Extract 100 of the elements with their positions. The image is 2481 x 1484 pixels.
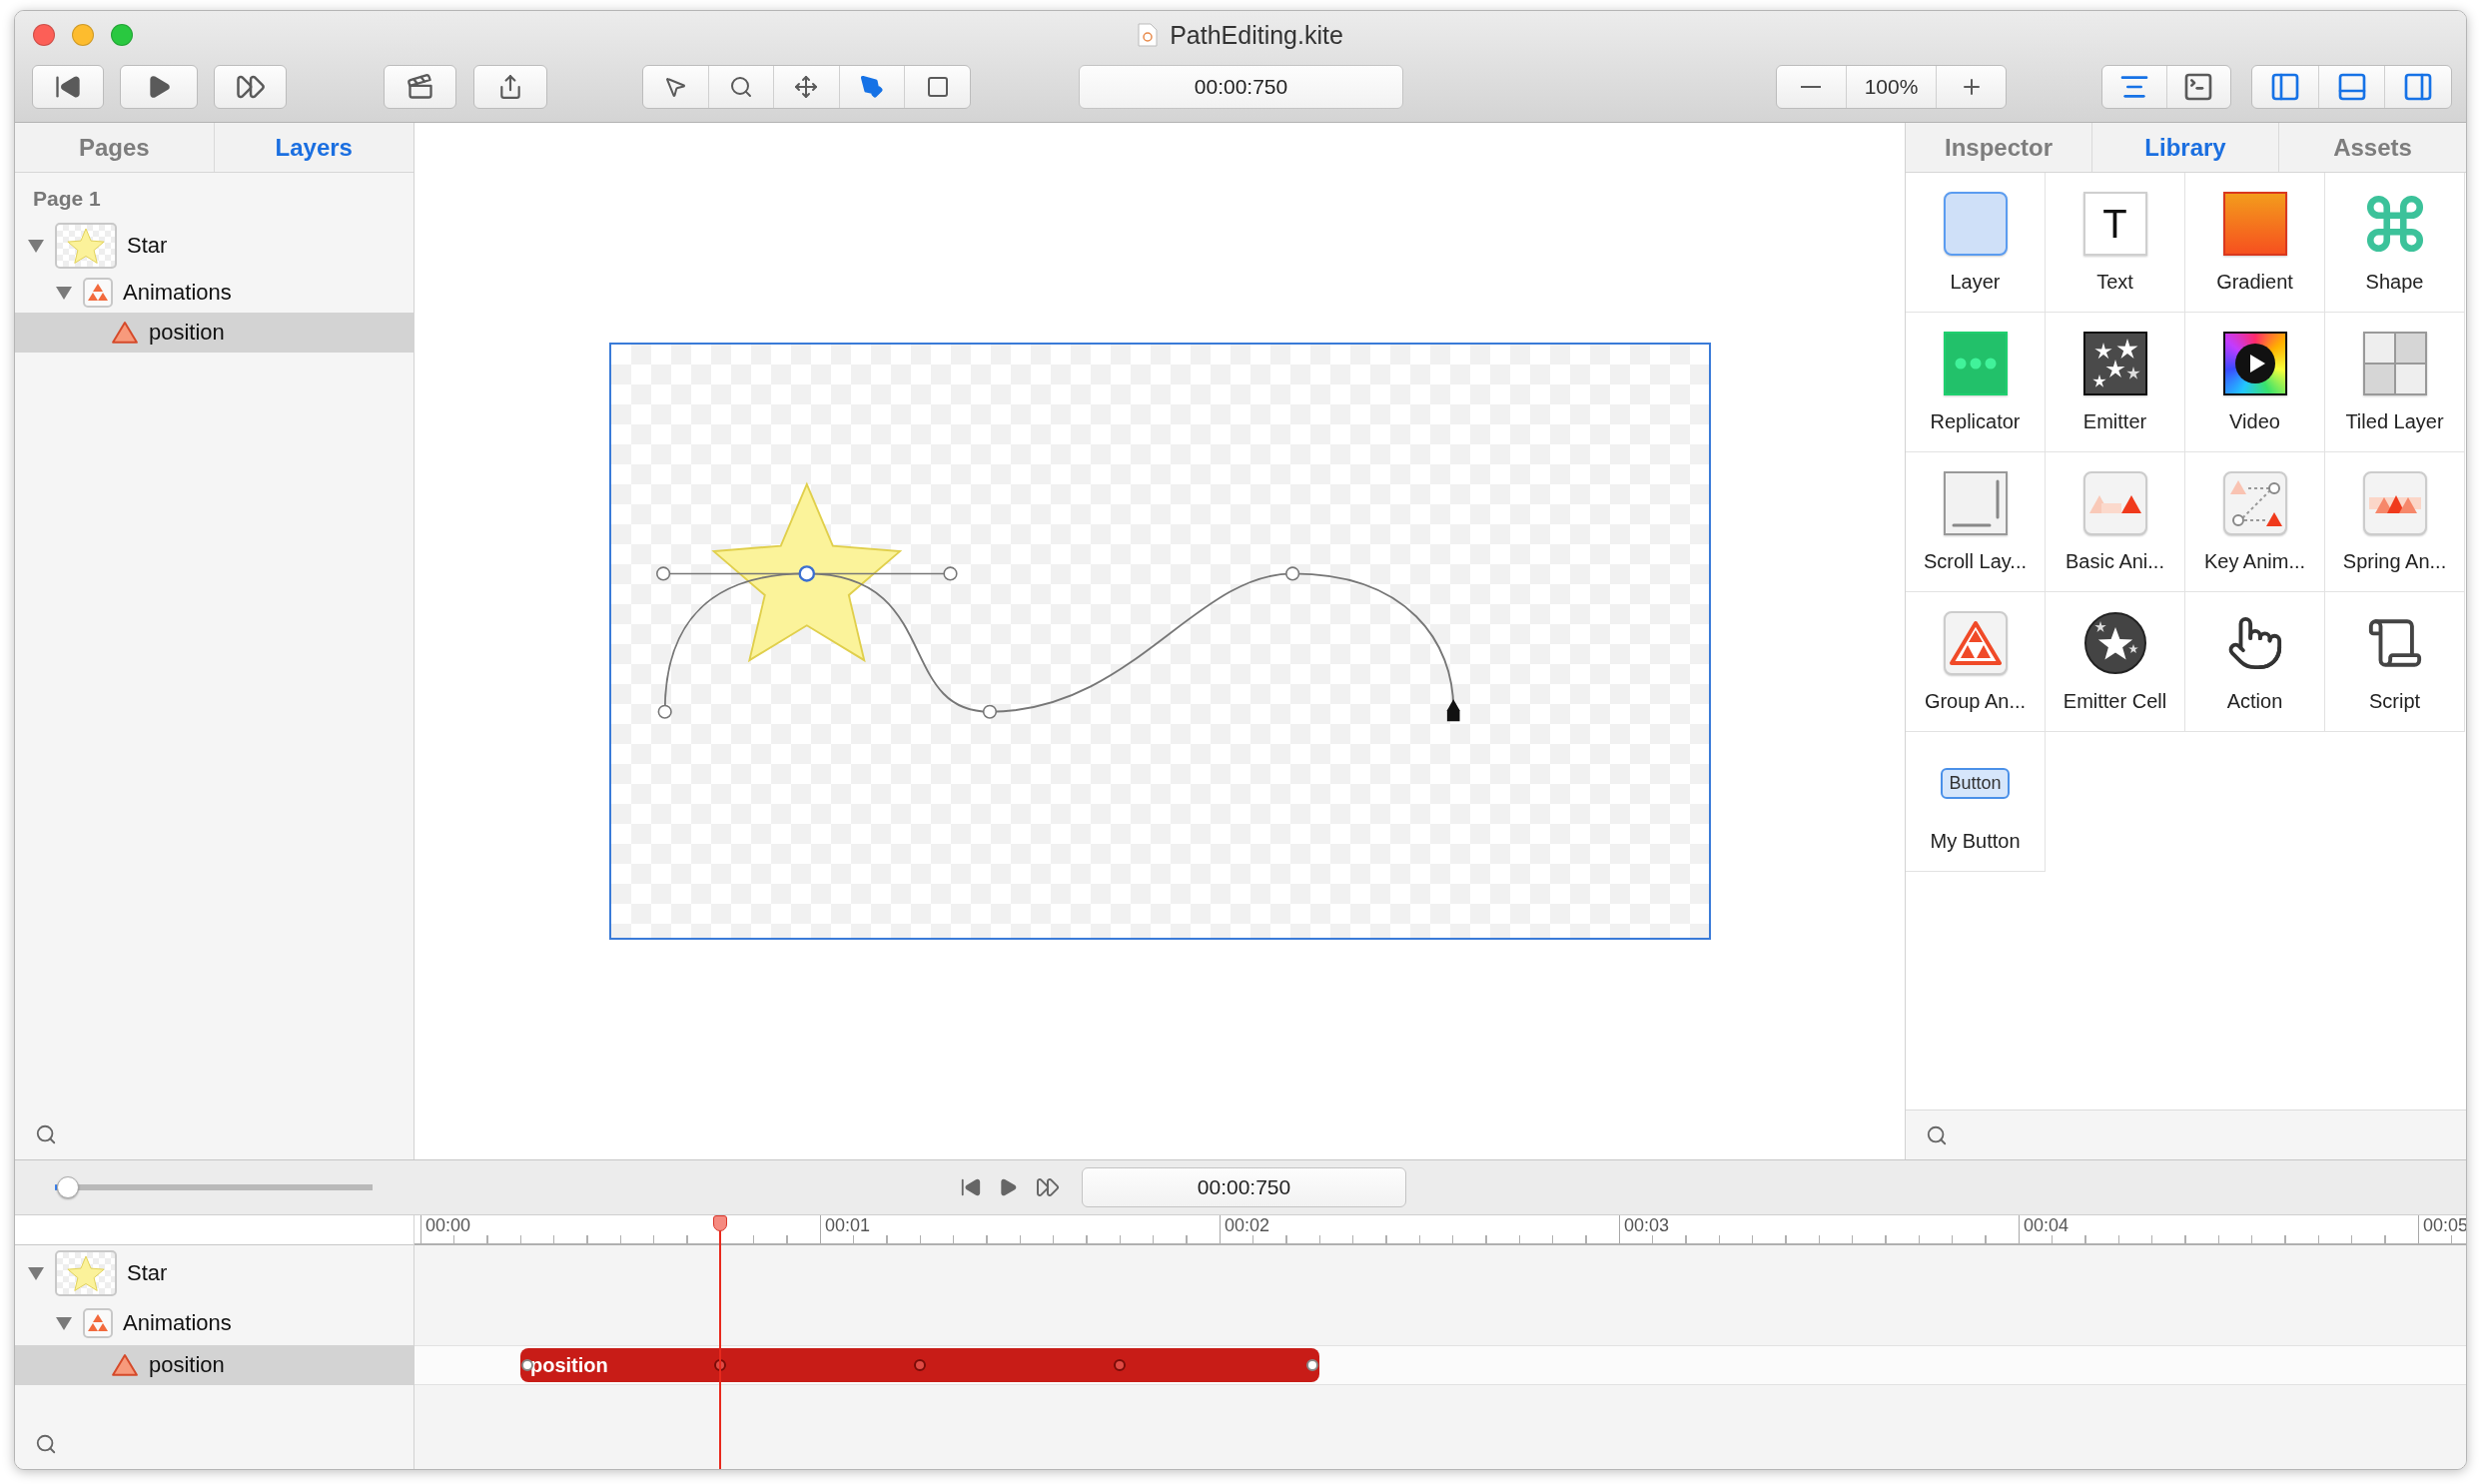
zoom-icon bbox=[728, 75, 753, 99]
control-handle[interactable] bbox=[655, 566, 958, 581]
panel-tab[interactable]: Pages bbox=[15, 123, 215, 172]
play-button[interactable] bbox=[120, 65, 198, 109]
play-button[interactable] bbox=[998, 1177, 1018, 1197]
panel-tab[interactable]: Library bbox=[2092, 123, 2279, 172]
library-item[interactable]: Basic Ani... bbox=[2046, 452, 2185, 592]
search-icon[interactable] bbox=[1926, 1123, 1948, 1146]
panel-tab[interactable]: Inspector bbox=[1906, 123, 2092, 172]
layer-name: Star bbox=[127, 1259, 168, 1286]
play-icon bbox=[998, 1177, 1018, 1197]
close-button[interactable] bbox=[33, 24, 55, 46]
library-item[interactable]: Script bbox=[2325, 592, 2465, 732]
share-button[interactable] bbox=[473, 65, 547, 109]
animation-triangle-icon bbox=[111, 1353, 139, 1377]
layer-row[interactable]: Star bbox=[15, 219, 414, 273]
gradient-icon bbox=[2222, 192, 2287, 256]
clip-end-handle[interactable] bbox=[1306, 1359, 1318, 1371]
library-item-label: Gradient bbox=[2216, 271, 2293, 294]
animation-triangles-icon bbox=[2362, 471, 2427, 535]
clip-start-handle[interactable] bbox=[521, 1359, 533, 1371]
library-item[interactable]: Button My Button bbox=[1906, 732, 2046, 872]
keyframe[interactable] bbox=[914, 1359, 926, 1371]
layer-name: Animations bbox=[123, 280, 232, 306]
library-item-label: Scroll Lay... bbox=[1924, 550, 2027, 573]
zoom-level: 100% bbox=[1846, 66, 1938, 108]
document-icon bbox=[1138, 23, 1159, 47]
library-item[interactable]: Emitter bbox=[2046, 313, 2185, 452]
library-item[interactable]: Action bbox=[2185, 592, 2325, 732]
emitter-cell-icon bbox=[2082, 611, 2147, 675]
library-item-label: Emitter bbox=[2082, 410, 2147, 433]
library-item[interactable]: Video bbox=[2185, 313, 2325, 452]
rewind-button[interactable] bbox=[960, 1176, 982, 1198]
ruler-label: 00:03 bbox=[1623, 1215, 1670, 1235]
search-icon[interactable] bbox=[35, 1433, 57, 1455]
library-item-label: Group An... bbox=[1924, 690, 2027, 713]
emitter-icon bbox=[2082, 332, 2147, 395]
layer-icon bbox=[1943, 192, 2008, 256]
ruler-label: 00:00 bbox=[424, 1215, 471, 1235]
library-item[interactable]: T Text bbox=[2046, 173, 2185, 313]
library-item[interactable]: Spring An... bbox=[2325, 452, 2465, 592]
panel-tab[interactable]: Assets bbox=[2279, 123, 2466, 172]
playhead[interactable] bbox=[713, 1215, 727, 1469]
time-display: 00:00:750 bbox=[1079, 65, 1403, 109]
layer-row[interactable]: Star bbox=[15, 1245, 414, 1300]
ruler-label: 00:02 bbox=[1224, 1215, 1270, 1235]
path-node[interactable] bbox=[1284, 566, 1299, 581]
panel-tab[interactable]: Layers bbox=[214, 123, 414, 172]
ruler-label: 00:04 bbox=[2023, 1215, 2069, 1235]
shape-icon bbox=[925, 75, 950, 99]
layer-row[interactable]: position bbox=[15, 1345, 414, 1385]
selected-path-node[interactable] bbox=[798, 565, 815, 582]
animation-clip[interactable]: position bbox=[520, 1348, 1319, 1382]
search-icon[interactable] bbox=[35, 1123, 57, 1145]
minus-icon bbox=[1801, 86, 1822, 88]
path-node[interactable] bbox=[982, 704, 997, 719]
star-shape[interactable] bbox=[710, 481, 902, 663]
fast-forward-icon bbox=[1036, 1175, 1060, 1199]
preview-button[interactable] bbox=[384, 65, 456, 109]
library-item[interactable]: Emitter Cell bbox=[2046, 592, 2185, 732]
disclosure-icon[interactable] bbox=[27, 237, 45, 255]
disclosure-icon[interactable] bbox=[55, 284, 73, 302]
library-item-label: Script bbox=[2368, 690, 2421, 713]
library-item[interactable]: Group An... bbox=[1906, 592, 2046, 732]
slider-thumb[interactable] bbox=[56, 1176, 79, 1198]
text-icon: T bbox=[2082, 192, 2147, 256]
layer-row[interactable]: Animations bbox=[15, 273, 414, 313]
layer-name: Animations bbox=[123, 1309, 232, 1336]
layer-row[interactable]: position bbox=[15, 313, 414, 353]
library-item[interactable]: Layer bbox=[1906, 173, 2046, 313]
pen-icon bbox=[860, 75, 885, 99]
library-item-label: My Button bbox=[1930, 830, 2021, 853]
keyframe-path-icon bbox=[2222, 471, 2287, 535]
ruler-label: 00:01 bbox=[824, 1215, 871, 1235]
library-item-label: Replicator bbox=[1930, 410, 2021, 433]
fast-forward-button[interactable] bbox=[1036, 1175, 1060, 1199]
fast-forward-button[interactable] bbox=[214, 65, 287, 109]
tiled-grid-icon bbox=[2362, 332, 2427, 395]
animation-group-icon bbox=[1943, 611, 2008, 675]
library-item[interactable]: Replicator bbox=[1906, 313, 2046, 452]
star-thumbnail bbox=[55, 1249, 117, 1296]
library-item[interactable]: Shape bbox=[2325, 173, 2465, 313]
replicator-icon bbox=[1943, 332, 2008, 395]
zoom-button[interactable] bbox=[111, 24, 133, 46]
library-item[interactable]: Tiled Layer bbox=[2325, 313, 2465, 452]
keyframe[interactable] bbox=[1114, 1359, 1126, 1371]
animation-triangles-icon bbox=[2082, 471, 2147, 535]
rewind-button[interactable] bbox=[32, 65, 104, 109]
layer-name: position bbox=[149, 1352, 225, 1378]
animation-triangle-icon bbox=[111, 321, 139, 345]
page-heading: Page 1 bbox=[32, 186, 102, 212]
library-item[interactable]: Gradient bbox=[2185, 173, 2325, 313]
path-node[interactable] bbox=[657, 704, 672, 719]
library-item-label: Tiled Layer bbox=[2345, 410, 2444, 433]
time-display: 00:00:750 bbox=[1082, 1167, 1406, 1207]
library-item-label: Layer bbox=[1950, 271, 2001, 294]
library-item[interactable]: Scroll Lay... bbox=[1906, 452, 2046, 592]
layer-name: position bbox=[149, 320, 225, 346]
library-item[interactable]: Key Anim... bbox=[2185, 452, 2325, 592]
layer-row[interactable]: Animations bbox=[15, 1300, 414, 1345]
